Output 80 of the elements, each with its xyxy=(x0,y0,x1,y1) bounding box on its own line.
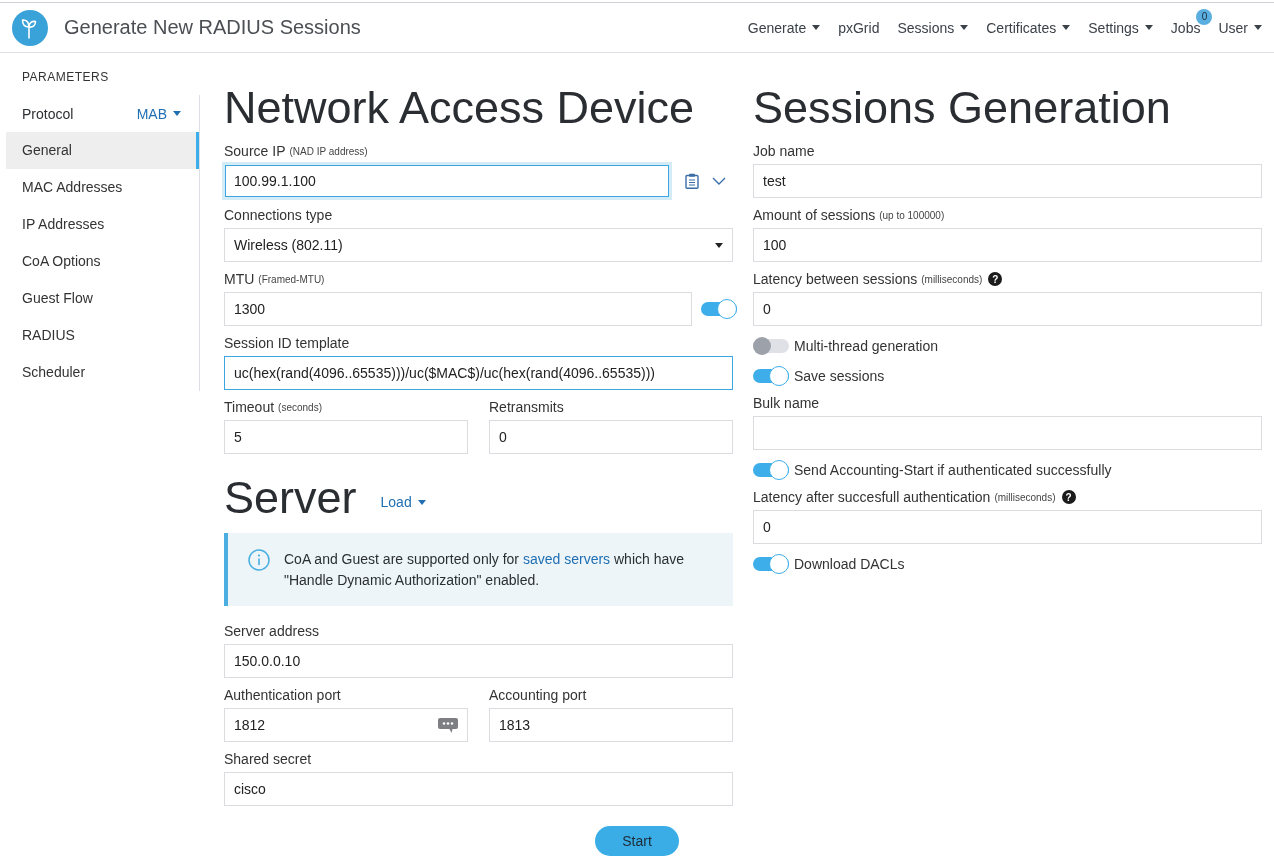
info-icon xyxy=(248,549,270,571)
field-label: Accounting port xyxy=(489,687,587,703)
saved-servers-link[interactable]: saved servers xyxy=(522,551,611,567)
start-button[interactable]: Start xyxy=(595,826,679,856)
section-heading: Sessions Generation xyxy=(753,82,1172,134)
field-label: Latency after succesfull authentication xyxy=(753,489,991,505)
input-field[interactable]: 100.99.1.100 xyxy=(222,162,672,200)
toggle-switch[interactable] xyxy=(701,299,737,319)
logo-icon xyxy=(12,9,48,46)
section-heading: Server xyxy=(224,472,357,524)
field-hint: (up to 100000) xyxy=(879,209,945,221)
input-field[interactable]: 1300 xyxy=(224,292,692,326)
switch-label: Save sessions xyxy=(794,368,885,384)
input-field[interactable]: 150.0.0.10 xyxy=(224,644,733,678)
count-badge: 0 xyxy=(1196,8,1213,25)
input-field[interactable]: 0 xyxy=(753,292,1262,326)
sidebar-item[interactable]: CoA Options xyxy=(6,243,199,280)
info-text: CoA and Guest are supported only for saved servers which have "Handle Dynamic Authorization" enabled. xyxy=(284,550,686,590)
input-field[interactable]: 100 xyxy=(753,228,1262,262)
sidebar-item[interactable]: RADIUS xyxy=(6,317,199,354)
field-label: Amount of sessions xyxy=(753,207,876,223)
switch-label: Send Accounting-Start if authenticated successfully xyxy=(794,462,1112,478)
nav-menu-item[interactable]: Settings xyxy=(1088,19,1153,36)
field-label: Source IP xyxy=(224,143,286,159)
page-title: Generate New RADIUS Sessions xyxy=(64,16,361,39)
field-label: Latency between sessions xyxy=(753,271,918,287)
input-field[interactable]: 5 xyxy=(224,420,468,454)
chat-bubble-icon[interactable] xyxy=(438,717,458,733)
field-label: Connections type xyxy=(224,207,333,223)
toggle-switch[interactable] xyxy=(753,366,789,386)
sidebar-item[interactable]: MAC Addresses xyxy=(6,169,199,206)
toggle-switch[interactable] xyxy=(753,460,789,480)
switch-label: Multi-thread generation xyxy=(794,338,938,354)
input-field[interactable]: 1812 xyxy=(224,708,468,742)
input-field[interactable]: 1813 xyxy=(489,708,733,742)
input-field[interactable]: 0 xyxy=(489,420,733,454)
help-icon[interactable]: ? xyxy=(1061,490,1076,504)
nav-menu-item[interactable]: Generate xyxy=(747,19,821,36)
field-hint: (Framed-MTU) xyxy=(258,273,325,285)
caret-icon xyxy=(417,499,426,505)
field-label: Job name xyxy=(753,143,815,159)
nav-menu-item[interactable]: User xyxy=(1218,19,1262,36)
clipboard-icon[interactable] xyxy=(685,173,699,189)
input-field[interactable]: cisco xyxy=(224,772,733,806)
field-label: Retransmits xyxy=(489,399,564,415)
toggle-switch[interactable] xyxy=(753,554,789,574)
protocol-label: Protocol xyxy=(22,105,74,122)
field-hint: (milliseconds) xyxy=(994,491,1056,503)
field-label: Server address xyxy=(224,623,319,639)
field-label: MTU xyxy=(224,271,255,287)
nav-menu-item[interactable]: Sessions xyxy=(897,19,969,36)
field-label: Bulk name xyxy=(753,395,820,411)
section-heading: Network Access Device xyxy=(224,82,696,134)
field-hint: (milliseconds) xyxy=(921,273,983,285)
protocol-dropdown[interactable]: MAB xyxy=(136,105,181,122)
input-field[interactable]: 0 xyxy=(753,510,1262,544)
sidebar-item[interactable]: Guest Flow xyxy=(6,280,199,317)
field-label: Authentication port xyxy=(224,687,341,703)
sidebar-item[interactable]: IP Addresses xyxy=(6,206,199,243)
caret-icon xyxy=(715,242,723,248)
nav-menu-item[interactable]: Certificates xyxy=(986,19,1071,36)
field-hint: (NAD IP address) xyxy=(289,145,368,157)
select-field[interactable]: Wireless (802.11) xyxy=(224,228,733,262)
load-dropdown[interactable]: Load xyxy=(380,494,426,510)
field-label: Timeout xyxy=(224,399,275,415)
caret-icon xyxy=(173,111,181,116)
help-icon[interactable]: ? xyxy=(988,272,1003,286)
sidebar-item[interactable]: Scheduler xyxy=(6,354,199,391)
switch-label: Download DACLs xyxy=(794,556,905,572)
input-field[interactable]: uc(hex(rand(4096..65535)))/uc($MAC$)/uc(hex(rand(4096..65535))) xyxy=(224,356,733,390)
sidebar-heading: PARAMETERS xyxy=(21,69,110,85)
toggle-switch[interactable] xyxy=(753,336,789,356)
input-field[interactable] xyxy=(753,416,1262,450)
field-hint: (seconds) xyxy=(278,401,322,413)
nav-menu-item[interactable]: pxGrid xyxy=(838,19,880,36)
input-field[interactable]: test xyxy=(753,164,1262,198)
sidebar-item[interactable]: General xyxy=(6,132,199,169)
field-label: Session ID template xyxy=(224,335,350,351)
chevron-down-icon[interactable] xyxy=(712,177,726,185)
field-label: Shared secret xyxy=(224,751,312,767)
